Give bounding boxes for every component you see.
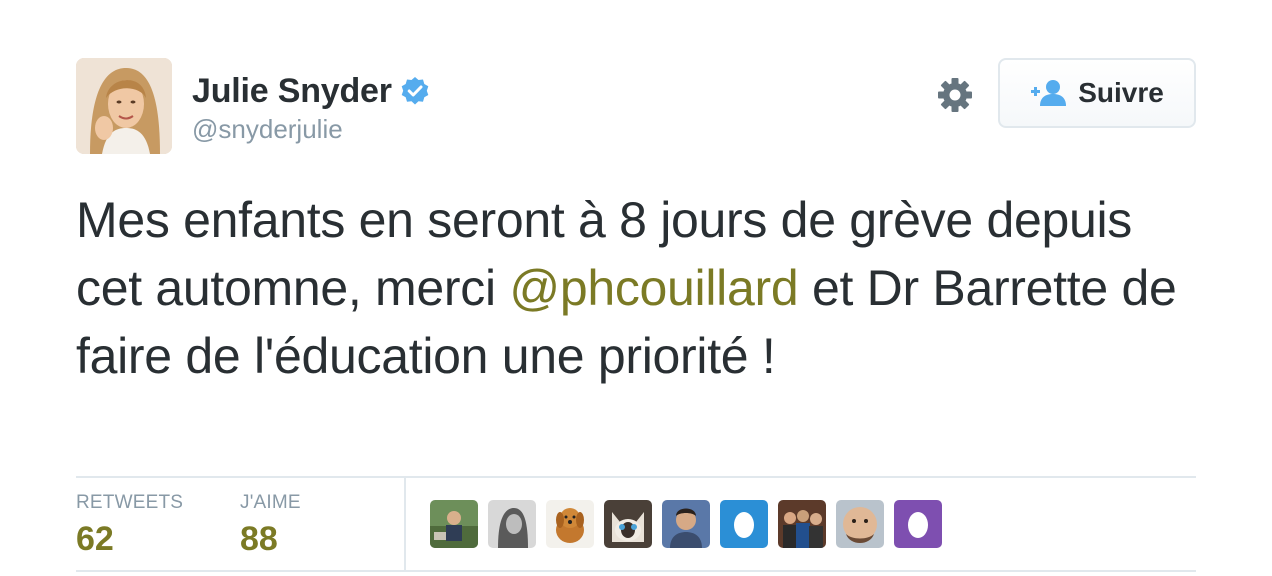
retweets-label: RETWEETS [76,492,184,513]
retweets-stat[interactable]: RETWEETS 62 [76,492,183,559]
mention-link[interactable]: @phcouillard [509,260,798,316]
stats-divider-bottom [76,570,1196,572]
gear-icon[interactable] [936,76,974,114]
likes-stat[interactable]: J'AIME 88 [240,492,301,559]
stats-divider-vertical [404,478,406,570]
follow-button[interactable]: Suivre [998,58,1196,128]
default-egg-purple-icon[interactable] [894,500,942,548]
retweets-count: 62 [76,520,114,558]
liker-avatar-dog[interactable] [546,500,594,548]
user-info: Julie Snyder @snyderjulie [192,70,430,145]
tweet-text: Mes enfants en seront à 8 jours de grève… [76,186,1186,390]
follow-label: Suivre [1078,77,1164,108]
user-handle[interactable]: @snyderjulie [192,114,430,145]
liker-avatar-outdoor[interactable] [430,500,478,548]
name-row: Julie Snyder [192,70,430,112]
liker-avatar-grayscale[interactable] [488,500,536,548]
liker-avatar-group[interactable] [778,500,826,548]
likes-count: 88 [240,520,278,558]
stats-divider-top [76,476,1196,478]
likes-label: J'AIME [240,492,301,513]
liker-avatar-cat[interactable] [604,500,652,548]
likers-avatars [430,500,952,548]
default-egg-blue-icon[interactable] [720,500,768,548]
user-fullname[interactable]: Julie Snyder [192,72,392,111]
tweet-card: Julie Snyder @snyderjulie Suivre Mes enf… [76,58,1196,572]
liker-avatar-man[interactable] [662,500,710,548]
profile-avatar[interactable] [76,58,172,154]
add-user-icon [1030,78,1068,108]
liker-avatar-face[interactable] [836,500,884,548]
verified-badge-icon [400,76,430,106]
